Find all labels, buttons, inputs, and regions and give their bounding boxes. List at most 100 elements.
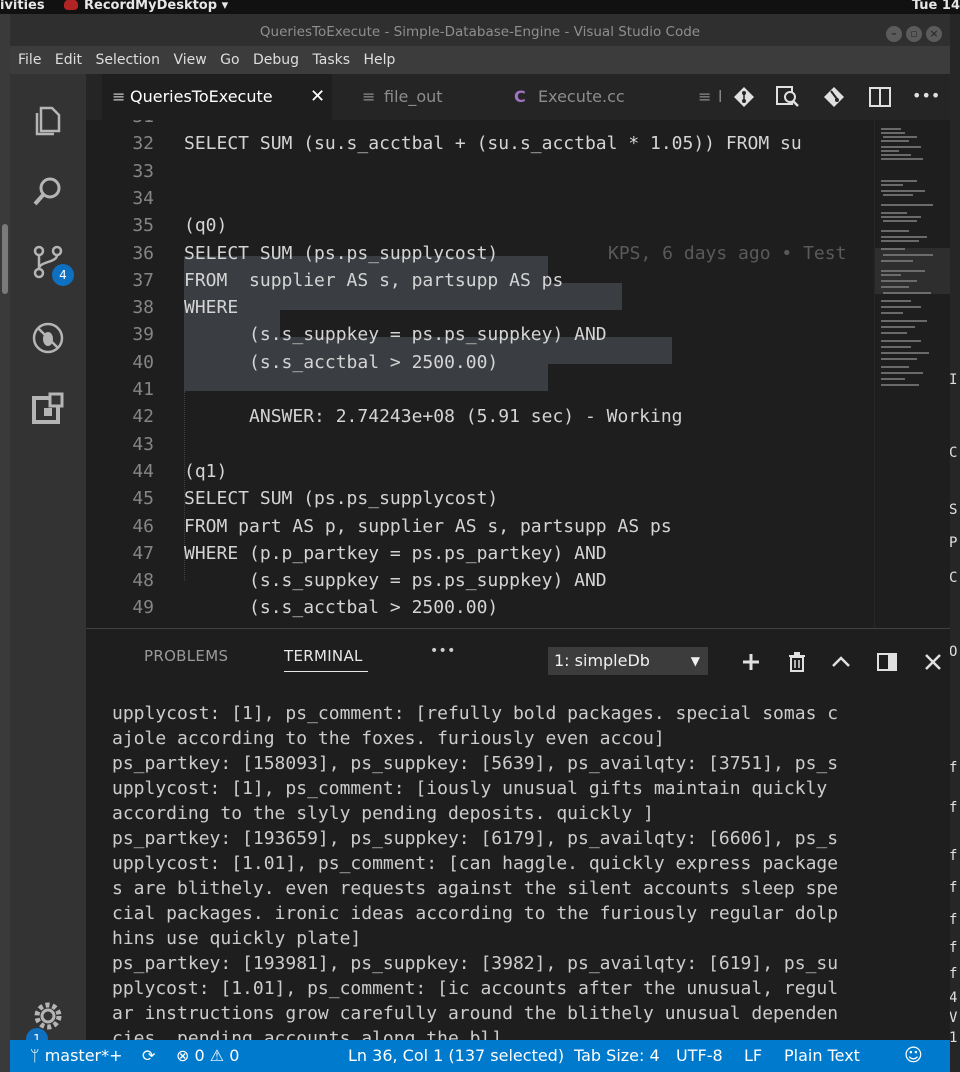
panel-more-icon[interactable]: ••• — [430, 643, 456, 659]
line-number: 45 — [132, 488, 154, 509]
minimap[interactable] — [874, 120, 950, 628]
minimap-line — [881, 240, 919, 242]
branch-name: master*+ — [44, 1046, 123, 1065]
line-number: 37 — [132, 270, 154, 291]
vscode-window: QueriesToExecute - Simple-Database-Engin… — [10, 14, 950, 1072]
close-icon[interactable]: ✕ — [310, 74, 325, 120]
code-line: (q1) — [184, 461, 228, 482]
recordmydesktop-menu[interactable]: RecordMyDesktop ▾ — [64, 0, 228, 13]
menu-debug[interactable]: Debug — [253, 52, 299, 68]
minimap-line — [881, 352, 929, 354]
menu-tasks[interactable]: Tasks — [313, 52, 351, 68]
explorer-icon[interactable] — [30, 102, 66, 138]
terminal-select[interactable]: 1: simpleDb ▼ — [548, 647, 708, 675]
lines-icon: ≡ — [112, 87, 126, 106]
minimap-line — [881, 346, 911, 348]
feedback-smiley-icon[interactable]: ☺ — [904, 1040, 923, 1072]
close-icon[interactable] — [922, 651, 944, 673]
minimap-line — [881, 372, 923, 374]
menu-file[interactable]: File — [18, 52, 41, 68]
language-mode[interactable]: Plain Text — [784, 1040, 860, 1072]
tab-label: QueriesToExecute — [130, 87, 273, 106]
minimap-line — [881, 320, 927, 322]
line-number: 33 — [132, 161, 154, 182]
terminal-line: hins use quickly plate] — [112, 928, 362, 949]
tab-size[interactable]: Tab Size: 4 — [574, 1040, 660, 1072]
activities-button[interactable]: ivities — [0, 0, 45, 13]
split-editor-icon[interactable] — [868, 86, 892, 108]
menu-help[interactable]: Help — [363, 52, 395, 68]
branch-status[interactable]: ᛘ master*+ — [30, 1040, 123, 1072]
line-number: 46 — [132, 516, 154, 537]
tab-execute-cc[interactable]: C Execute.cc — [502, 74, 672, 120]
record-icon — [64, 0, 78, 10]
editor-tab-bar: ≡ QueriesToExecute ✕ ≡ file_out C Execut… — [86, 74, 950, 120]
minimap-line — [881, 212, 907, 214]
close-window-button[interactable]: × — [926, 26, 942, 42]
minimap-slider[interactable] — [875, 248, 950, 294]
minimap-line — [881, 366, 909, 368]
background-text-fragment: C — [950, 445, 958, 461]
background-text-fragment: f — [950, 966, 958, 982]
minimap-line — [881, 230, 909, 232]
search-preview-icon[interactable] — [776, 86, 800, 108]
terminal-output[interactable]: upplycost: [1], ps_comment: [refully bol… — [112, 701, 932, 1041]
chevron-up-icon[interactable] — [830, 651, 852, 673]
trash-icon[interactable] — [786, 651, 808, 673]
system-top-bar: ivities RecordMyDesktop ▾ Tue 14 — [0, 0, 960, 14]
background-text-fragment: f — [950, 800, 958, 816]
plus-icon[interactable] — [740, 651, 762, 673]
minimap-line — [881, 128, 901, 130]
line-number: 39 — [132, 324, 154, 345]
code-line: ANSWER: 2.74243e+08 (5.91 sec) - Working — [184, 406, 683, 427]
cursor-position[interactable]: Ln 36, Col 1 (137 selected) — [348, 1040, 564, 1072]
extensions-icon[interactable] — [30, 392, 66, 428]
minimap-line — [881, 312, 903, 314]
tab-label: file_out — [384, 87, 443, 106]
maximize-button[interactable]: ▫ — [906, 26, 922, 42]
terminal-line: ajole according to the foxes. furiously … — [112, 728, 665, 749]
minimap-line — [881, 236, 927, 238]
code-line: (s.s_suppkey = ps.ps_suppkey) AND — [184, 324, 607, 345]
cpp-icon: C — [514, 87, 526, 106]
tab-problems[interactable]: PROBLEMS — [144, 647, 228, 665]
line-number: 38 — [132, 297, 154, 318]
tab-terminal[interactable]: TERMINAL — [284, 647, 363, 665]
problems-status[interactable]: ⊗ 0 ⚠ 0 — [176, 1040, 239, 1072]
terminal-line: according to the slyly pending deposits.… — [112, 803, 654, 824]
terminal-line: ar instructions grow carefully around th… — [112, 1003, 839, 1024]
code-line: WHERE — [184, 297, 239, 318]
git-commit-icon[interactable] — [822, 86, 846, 108]
minimap-line — [881, 158, 923, 160]
search-icon[interactable] — [30, 174, 66, 210]
code-editor[interactable]: 31 32 SELECT SUM (su.s_acctbal + (su.s_acc… — [86, 120, 874, 628]
sync-icon[interactable]: ⟳ — [142, 1040, 155, 1072]
encoding[interactable]: UTF-8 — [676, 1040, 723, 1072]
tab-queriestoexecute[interactable]: ≡ QueriesToExecute ✕ — [102, 74, 332, 120]
clock[interactable]: Tue 14 — [912, 0, 960, 13]
line-ending[interactable]: LF — [744, 1040, 762, 1072]
tab-label: Execute.cc — [538, 87, 625, 106]
tab-overflow[interactable]: ≡ l — [686, 74, 726, 120]
background-text-fragment: 4 — [950, 990, 958, 1006]
more-actions-icon[interactable]: ••• — [912, 86, 940, 108]
minimap-line — [881, 326, 915, 328]
minimize-button[interactable]: – — [886, 26, 902, 42]
tab-file-out[interactable]: ≡ file_out — [348, 74, 488, 120]
minimap-line — [881, 340, 921, 342]
window-titlebar: QueriesToExecute - Simple-Database-Engin… — [10, 14, 950, 46]
menu-view[interactable]: View — [173, 52, 206, 68]
menu-selection[interactable]: Selection — [95, 52, 160, 68]
error-count: 0 — [194, 1046, 205, 1065]
gear-icon[interactable]: 1 — [26, 1000, 66, 1050]
git-compare-icon[interactable] — [732, 86, 756, 108]
scm-badge: 4 — [52, 264, 74, 286]
menu-bar: File Edit Selection View Go Debug Tasks … — [10, 46, 950, 74]
debug-icon[interactable] — [30, 320, 66, 356]
panel-layout-icon[interactable] — [876, 651, 898, 673]
code-line: WHERE (p.p_partkey = ps.ps_partkey) AND — [184, 543, 607, 564]
source-control-icon[interactable]: 4 — [30, 244, 74, 286]
menu-edit[interactable]: Edit — [55, 52, 82, 68]
menu-go[interactable]: Go — [220, 52, 239, 68]
code-line: SELECT SUM (su.s_acctbal + (su.s_acctbal… — [184, 133, 802, 154]
